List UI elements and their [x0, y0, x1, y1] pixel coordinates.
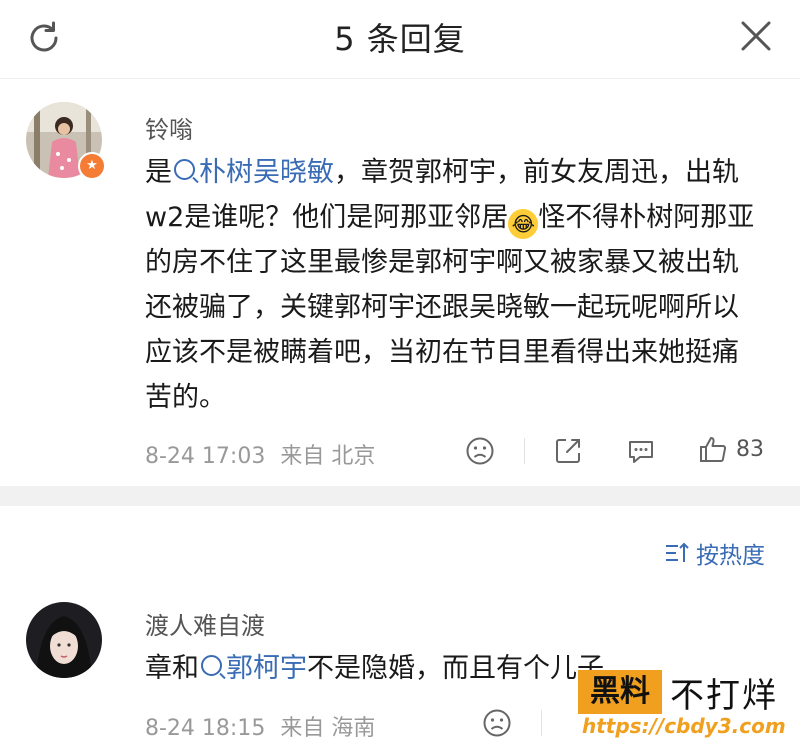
frown-face-icon: [483, 709, 511, 737]
sort-label[interactable]: 按热度: [696, 536, 765, 570]
comment-time: 8-24 18:15: [145, 716, 266, 741]
frown-face-icon: [466, 437, 494, 465]
search-icon: [201, 655, 222, 676]
page-title: 5 条回复: [334, 20, 466, 58]
comment-location: 来自 北京: [280, 444, 376, 469]
mention-link[interactable]: 郭柯宇: [199, 653, 307, 684]
thumbs-up-icon: [700, 437, 727, 462]
comment-content: 是朴树吴晓敏，章贺郭柯宇，前女友周迅，出轨w2是谁呢？他们是阿那亚邻居 😂 怪不得朴…: [145, 150, 765, 420]
action-divider: [524, 438, 525, 464]
comment-username[interactable]: 铃嗡: [145, 110, 193, 145]
comment-meta: 8-24 17:03 来自 北京: [145, 438, 375, 470]
like-button[interactable]: 83: [698, 434, 764, 464]
content-text: 章和: [145, 653, 199, 684]
watermark-text: 不打烊: [670, 676, 778, 716]
header-bar: 5 条回复: [0, 0, 800, 79]
comment-meta: 8-24 18:15 来自 海南: [145, 710, 375, 742]
comment-icon: [629, 441, 653, 463]
mention-text[interactable]: 朴树吴晓敏: [199, 157, 334, 188]
verified-badge-icon: ★: [78, 152, 106, 180]
share-icon: [556, 439, 580, 463]
avatar[interactable]: [26, 602, 102, 678]
section-separator: [0, 486, 800, 506]
search-icon: [174, 159, 195, 180]
close-icon: [741, 21, 771, 51]
comment-username[interactable]: 渡人难自渡: [145, 606, 265, 641]
content-text: 不是隐婚，而且有: [307, 653, 523, 684]
content-text: 怪不得朴树阿那亚的房不住了这里最惨是郭柯宇啊又被家暴又被出轨还被骗了，关键郭柯宇…: [145, 202, 755, 413]
action-divider: [541, 710, 542, 736]
reply-button[interactable]: [626, 436, 656, 466]
watermark-logo: 黑料 不打烊 https://cbdy3.com: [578, 664, 800, 753]
content-text: 是: [145, 157, 172, 188]
sort-button[interactable]: 按热度: [664, 536, 765, 570]
comment-location: 来自 海南: [280, 716, 376, 741]
share-button[interactable]: [553, 436, 583, 466]
dislike-button[interactable]: [465, 436, 495, 466]
laughing-emoji-icon: 😂: [508, 209, 539, 239]
watermark-box: 黑料: [578, 670, 662, 714]
comment-time: 8-24 17:03: [145, 444, 266, 469]
mention-text[interactable]: 郭柯宇: [226, 653, 307, 684]
watermark-url: https://cbdy3.com: [582, 714, 786, 738]
mention-link[interactable]: 朴树吴晓敏: [172, 157, 334, 188]
sort-icon: [666, 542, 689, 562]
avatar[interactable]: ★: [26, 102, 106, 180]
like-count: 83: [736, 436, 764, 462]
dislike-button[interactable]: [482, 708, 512, 738]
close-button[interactable]: [732, 14, 780, 58]
